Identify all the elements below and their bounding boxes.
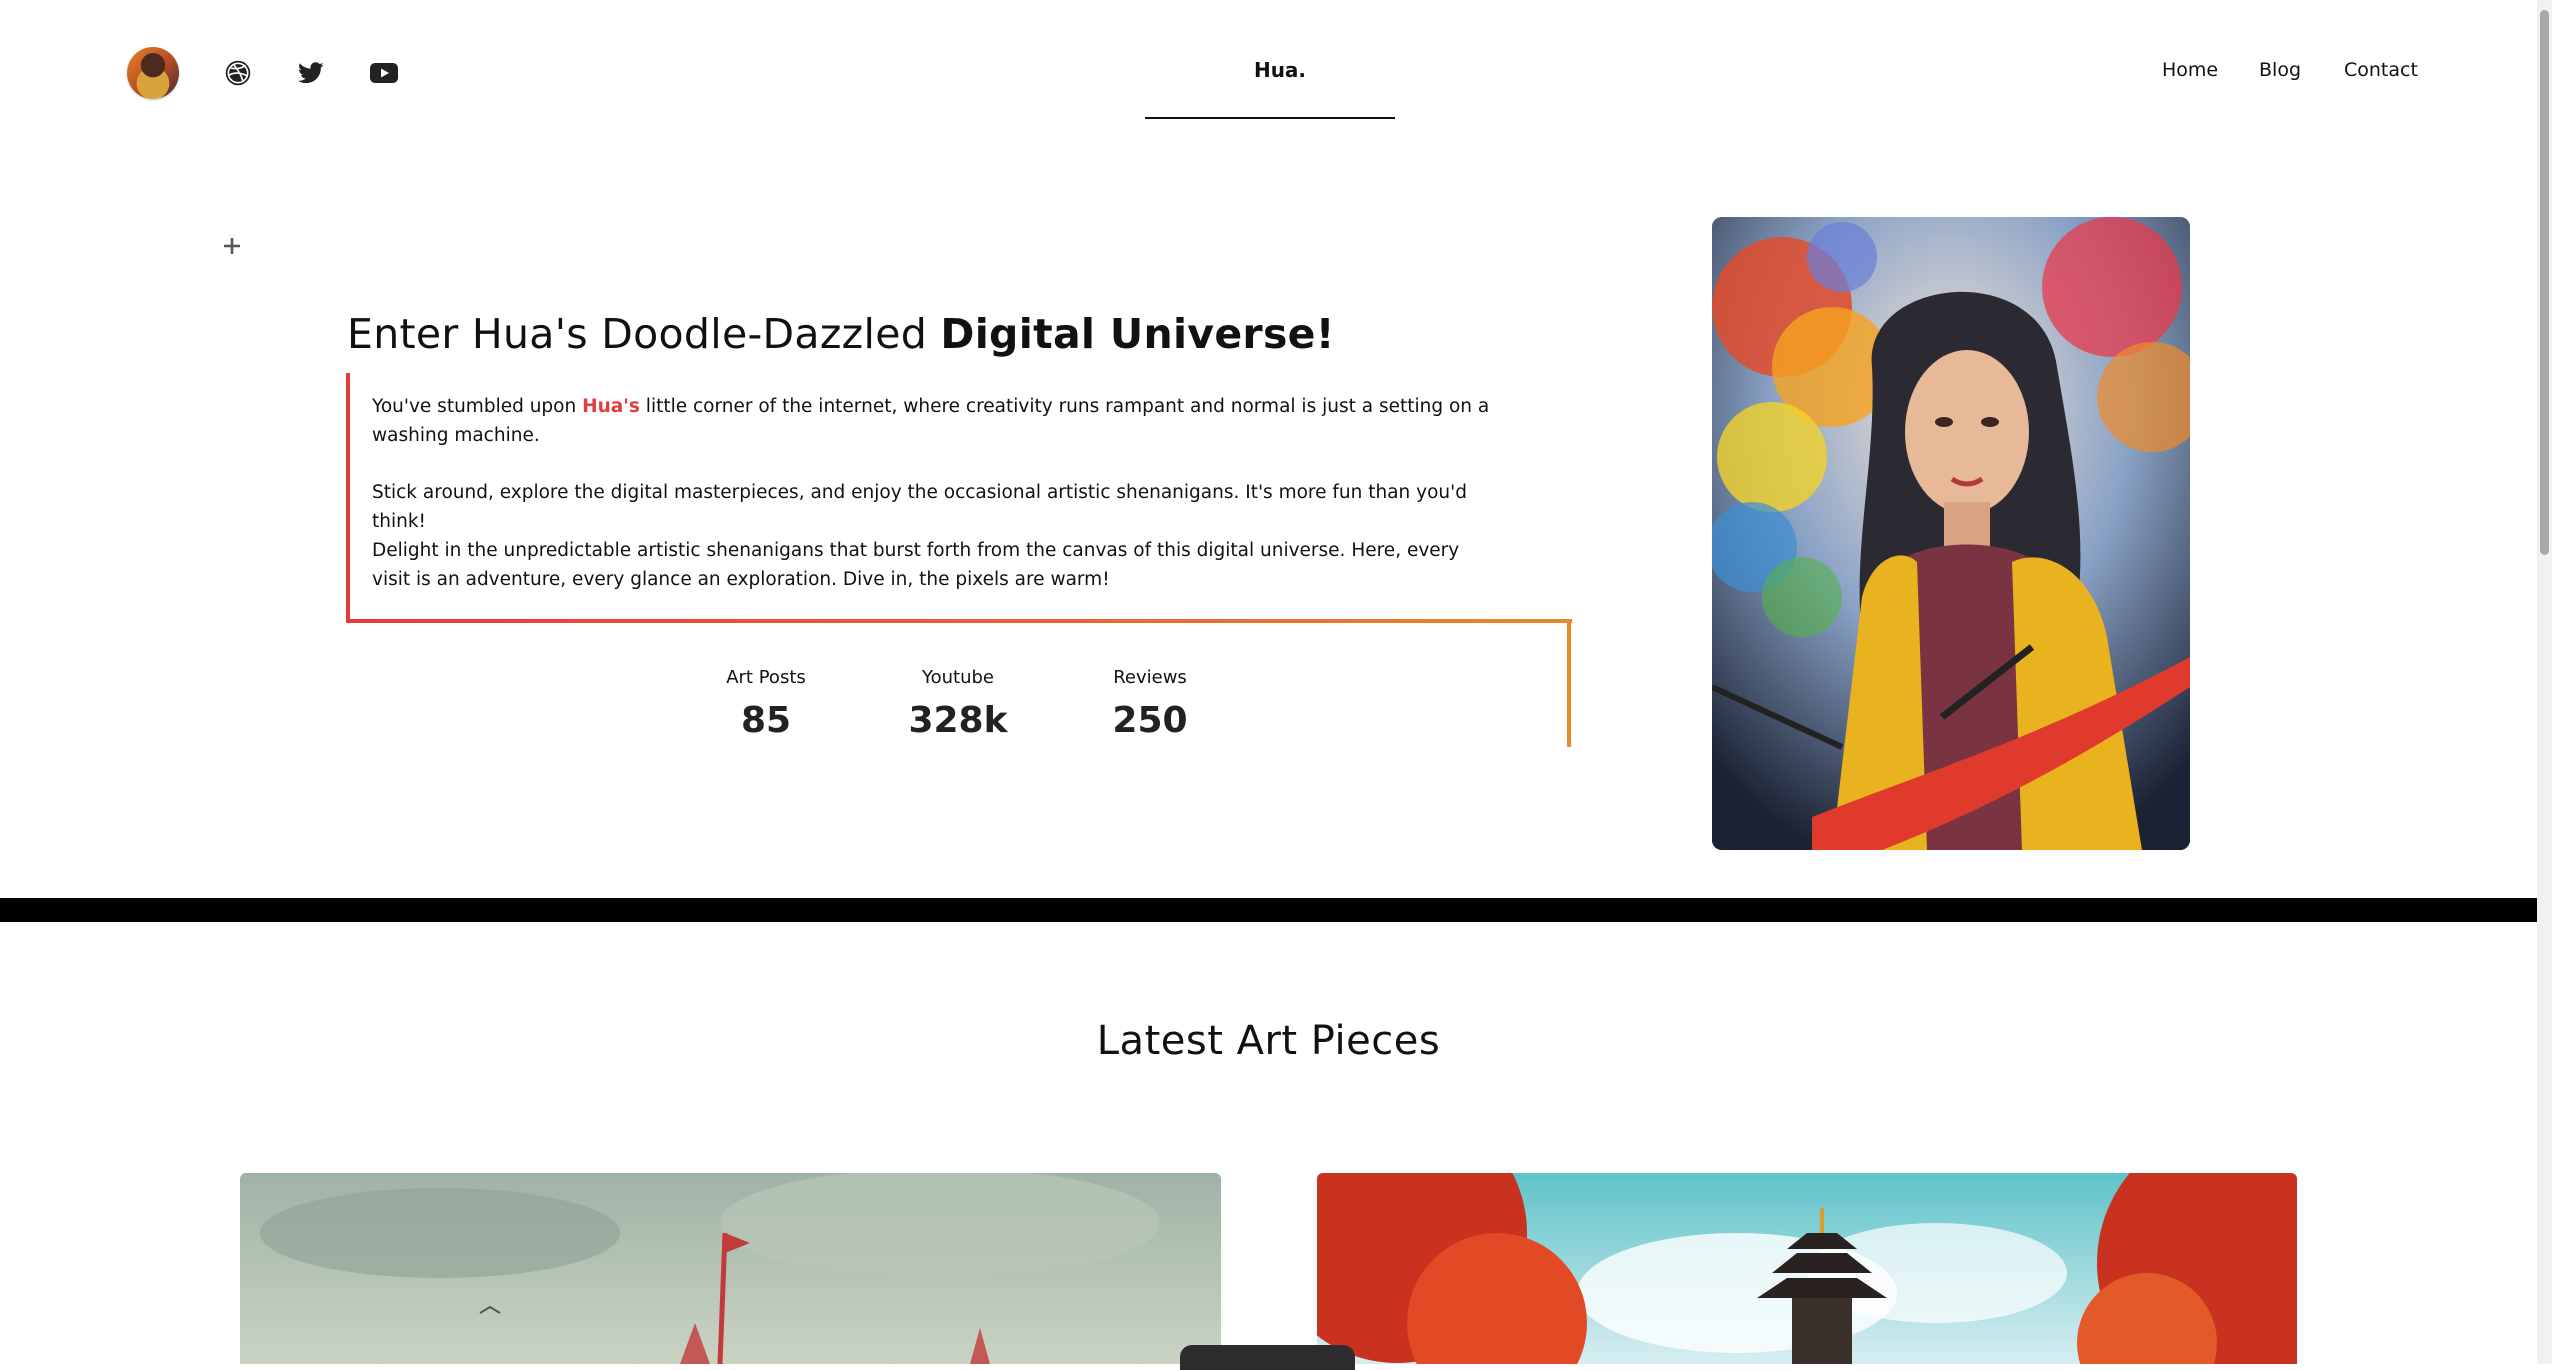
hero-title-bold: Digital Universe!: [940, 310, 1335, 358]
nav-contact[interactable]: Contact: [2344, 59, 2418, 81]
stat-label-reviews: Reviews: [1113, 667, 1187, 688]
floating-toolbar[interactable]: [1180, 1345, 1355, 1370]
intro-text: You've stumbled upon: [372, 396, 583, 417]
brand-logo[interactable]: Hua.: [1240, 58, 1320, 82]
quote-border-right: [1567, 619, 1571, 747]
intro-paragraph-1: You've stumbled upon Hua's little corner…: [372, 392, 1492, 450]
dribbble-icon[interactable]: [223, 58, 253, 88]
stat-label-youtube: Youtube: [922, 667, 994, 688]
art-card-2[interactable]: [1317, 1173, 2297, 1364]
nav-blog[interactable]: Blog: [2259, 59, 2301, 81]
quote-border-bottom: [346, 619, 1572, 623]
stat-label-art-posts: Art Posts: [726, 667, 806, 688]
section-divider: [0, 898, 2537, 922]
stat-value-art-posts: 85: [740, 700, 792, 741]
art-card-1[interactable]: [240, 1173, 1221, 1364]
section-title: Latest Art Pieces: [1096, 1018, 1441, 1064]
stat-value-reviews: 250: [1112, 700, 1188, 741]
brand-underline: [1145, 117, 1395, 119]
quote-border-left: [346, 373, 350, 623]
intro-paragraph-2: Stick around, explore the digital master…: [372, 482, 1467, 532]
hero-title: Enter Hua's Doodle-Dazzled Digital Unive…: [347, 310, 1335, 358]
hero-title-regular: Enter Hua's Doodle-Dazzled: [347, 310, 941, 358]
nav-home[interactable]: Home: [2162, 59, 2218, 81]
intro-paragraph-3: Delight in the unpredictable artistic sh…: [372, 540, 1460, 590]
stat-value-youtube: 328k: [908, 700, 1008, 741]
scrollbar-thumb[interactable]: [2540, 10, 2549, 555]
plus-icon: [224, 238, 240, 254]
highlight-name: Hua's: [582, 396, 640, 417]
avatar[interactable]: [127, 47, 179, 99]
youtube-icon[interactable]: [369, 58, 399, 88]
hero-portrait: [1712, 217, 2190, 850]
twitter-icon[interactable]: [296, 58, 326, 88]
